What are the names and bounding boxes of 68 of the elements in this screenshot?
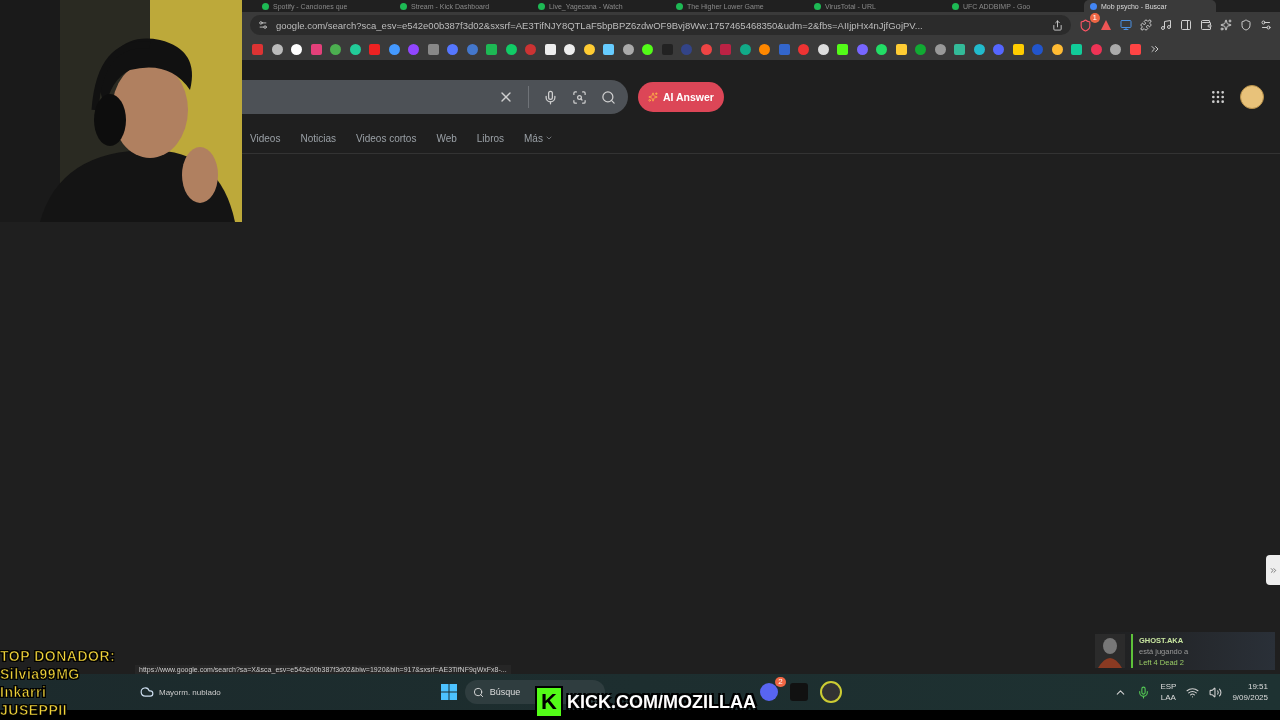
search-filter-tab[interactable]: Videos cortos (356, 132, 417, 144)
notification-badge: 1 (1089, 12, 1100, 23)
donor-name: Inkarri (0, 684, 48, 700)
clock-time[interactable]: 19:51 (1247, 681, 1268, 692)
network-icon[interactable] (1186, 685, 1200, 699)
clock-date[interactable]: 9/09/2025 (1232, 692, 1268, 703)
bookmark-icon[interactable] (1071, 43, 1082, 55)
language-code[interactable]: ESP (1160, 681, 1177, 692)
site-settings-icon[interactable] (258, 20, 268, 30)
bookmark-icon[interactable] (759, 43, 770, 55)
windows-icon[interactable] (440, 684, 457, 700)
side-panel-handle[interactable] (1266, 555, 1280, 585)
bookmark-icon[interactable] (895, 43, 907, 55)
sparkle-icon (648, 92, 658, 102)
bookmark-icon[interactable] (1012, 43, 1024, 55)
weather-text: Mayorm. nublado (159, 687, 221, 697)
kick-logo: K (535, 686, 563, 718)
search-field[interactable] (242, 80, 628, 114)
donor-title: TOP DONADOR: (0, 648, 116, 664)
address-bar[interactable]: google.com/search?sca_esv=e542e00b387f3d02&sxsrf=AE3TifNJY8QTLaF5bpBPZ6zdwOF9Bvj8Ww:1757465468350&udm=2&fbs=AIIjpHx4nJjfGojPV... (250, 15, 1071, 35)
shield-icon[interactable] (1240, 19, 1252, 31)
cloud-icon (140, 685, 154, 699)
bookmark-icon[interactable] (603, 43, 614, 55)
apps-grid-icon[interactable] (1210, 89, 1226, 105)
search-icon (472, 686, 484, 698)
bookmark-icon[interactable] (271, 43, 283, 55)
search-filter-tab[interactable]: Web (436, 132, 457, 144)
bookmark-icon[interactable] (973, 43, 985, 55)
search-filter-tab[interactable]: Más (524, 132, 553, 144)
search-filter-tab[interactable]: Libros (476, 132, 505, 144)
bookmark-icon[interactable] (642, 43, 653, 55)
bookmark-icon[interactable] (291, 43, 302, 55)
account-avatar[interactable] (1240, 85, 1264, 109)
search-filter-tab[interactable]: Videos (250, 132, 281, 144)
layout-code[interactable]: LAA (1160, 692, 1176, 703)
notification-badge: 2 (775, 677, 786, 687)
bookmark-icon[interactable] (837, 43, 848, 55)
caret-icon (544, 134, 553, 142)
donor-name: Silvia99MG (0, 666, 81, 682)
bookmark-icon[interactable] (564, 43, 575, 55)
music-icon[interactable] (1160, 19, 1172, 31)
sparkle-icon[interactable] (1220, 19, 1232, 31)
bookmark-icon[interactable] (349, 43, 361, 55)
mic-icon[interactable] (1137, 685, 1151, 699)
game-app-icon[interactable] (819, 681, 842, 703)
bookmark-icon[interactable] (954, 43, 965, 55)
bookmark-icon[interactable] (1110, 43, 1121, 55)
search-filter-tab[interactable]: Noticias (300, 132, 336, 144)
ai-answer-button[interactable]: AI Answer (638, 82, 724, 112)
search-icon[interactable] (601, 89, 616, 105)
share-icon[interactable] (1052, 19, 1063, 31)
donor-name: JUSEPPII (0, 702, 69, 718)
bookmark-icon[interactable] (876, 43, 887, 55)
lens-icon[interactable] (572, 89, 587, 105)
bookmark-icon[interactable] (1051, 43, 1063, 55)
triangle-icon[interactable] (1100, 19, 1112, 31)
puzzle-icon[interactable] (1140, 19, 1152, 31)
bookmark-icon[interactable] (622, 43, 634, 55)
bookmark-icon[interactable] (583, 43, 595, 55)
bookmark-icon[interactable] (544, 43, 556, 55)
settings-icon[interactable] (1260, 19, 1272, 31)
speaker-icon[interactable] (1209, 685, 1223, 699)
bookmark-icon[interactable] (817, 43, 829, 55)
sidebar-icon[interactable] (1180, 19, 1192, 31)
mic-icon[interactable] (543, 89, 558, 105)
more-bookmarks-icon[interactable] (1149, 43, 1161, 55)
wallet-icon[interactable] (1200, 19, 1212, 31)
bookmark-icon[interactable] (505, 43, 517, 55)
